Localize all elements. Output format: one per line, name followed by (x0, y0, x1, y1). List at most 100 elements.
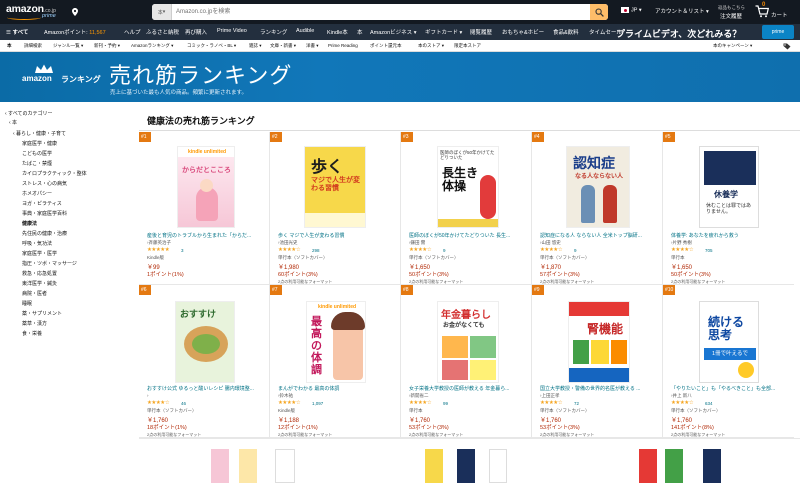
subnav-genre[interactable]: ジャンル一覧 ▾ (53, 43, 83, 49)
location-pin-icon[interactable] (72, 8, 78, 16)
book-author[interactable]: ›鈴木祐 (278, 393, 293, 399)
book-thumbnail[interactable] (239, 449, 257, 483)
sidebar-item-breathing[interactable]: 呼吸・気功法 (22, 240, 52, 247)
book-cover[interactable]: 続ける思考 1冊で叶えるで (699, 301, 759, 383)
book-author[interactable]: ›井上 新八 (671, 393, 692, 399)
book-author[interactable]: ›池田光史 (278, 240, 298, 246)
nav-toys[interactable]: おもちゃ&ホビー (502, 28, 544, 36)
nav-help[interactable]: ヘルプ (124, 28, 141, 36)
sidebar-item-nutrition[interactable]: 食・栄養 (22, 330, 42, 337)
book-cover[interactable]: 腎機能 (568, 301, 630, 383)
book-card[interactable]: #2 歩く マジで人生が変わる習慣 歩く マジで人生が変わる習慣 ›池田光史 ★… (270, 132, 401, 285)
book-thumbnail[interactable] (425, 449, 443, 483)
book-card[interactable]: #5 休養学 休むことは罪ではありません。 体養学: あなたを疲れから救う ›片… (663, 132, 794, 285)
subnav-new[interactable]: 新刊・予約 ▾ (94, 43, 120, 49)
book-card[interactable]: #6 おすすけ おすすけ公式 ゆるっと酸いレシピ 腸内環境整... › ★★★★… (139, 285, 270, 438)
rating-stars-icon[interactable]: ★★★★☆ (540, 400, 563, 406)
all-menu-button[interactable]: ☰ すべて (6, 28, 28, 36)
sidebar-item-herbal[interactable]: 薬草・漢方 (22, 320, 47, 327)
rating-stars-icon[interactable]: ★★★★★ (147, 247, 170, 253)
review-count[interactable]: 72 (574, 401, 579, 406)
review-count[interactable]: 705 (705, 248, 713, 253)
sidebar-item-homeopathy[interactable]: ホメオパシー (22, 190, 52, 197)
rating-stars-icon[interactable]: ★★★★☆ (409, 400, 432, 406)
prime-badge[interactable]: prime (762, 25, 794, 39)
book-author[interactable]: ›鎌田 實 (409, 240, 425, 246)
review-count[interactable]: 298 (312, 248, 320, 253)
book-thumbnail[interactable] (275, 449, 295, 483)
nav-history[interactable]: 閲覧履歴 (470, 28, 492, 36)
review-count[interactable]: 46 (181, 401, 186, 406)
rating-stars-icon[interactable]: ★★★★☆ (671, 400, 694, 406)
sidebar-item-home-medicine[interactable]: 家庭医学・健康 (22, 140, 57, 147)
cart-label[interactable]: カート (771, 11, 788, 19)
nav-kindle[interactable]: Kindle本 (327, 28, 348, 36)
nav-food[interactable]: 食品&飲料 (553, 28, 579, 36)
review-count[interactable]: 1,097 (312, 401, 323, 406)
sidebar-item-tobacco[interactable]: たばこ・禁煙 (22, 160, 52, 167)
nav-buy-again[interactable]: 再び購入 (185, 28, 207, 36)
book-title-link[interactable]: おすすけ公式 ゆるっと酸いレシピ 腸内環境整... (147, 385, 264, 392)
sidebar-item-stress[interactable]: ストレス・心の病気 (22, 180, 67, 187)
sidebar-item-sleep[interactable]: 睡眠 (22, 300, 32, 307)
book-cover[interactable]: kindle unlimited からだとこころ (177, 146, 235, 228)
book-title-link[interactable]: 体養学: あなたを疲れから救う (671, 232, 788, 239)
sidebar-item-supplements[interactable]: 薬・サプリメント (22, 310, 62, 317)
subnav-comics[interactable]: コミック・ラノベ・BL ▾ (187, 43, 236, 49)
sidebar-item-all-categories[interactable]: ‹ すべてのカテゴリー (5, 110, 53, 117)
sidebar-item-first-aid[interactable]: 救急・応急処置 (22, 270, 57, 277)
nav-business[interactable]: Amazonビジネス ▾ (370, 28, 416, 36)
book-thumbnail[interactable] (457, 449, 475, 483)
book-card[interactable]: #7 kindle unlimited 最高の体調 まんがでわかる 最高の体調 … (270, 285, 401, 438)
subnav-bunko[interactable]: 文庫・新書 ▾ (270, 43, 296, 49)
nav-ranking[interactable]: ランキング (260, 28, 287, 36)
account-menu[interactable]: アカウント＆リスト ▾ (655, 7, 709, 15)
book-author[interactable]: ›新開省二 (409, 393, 429, 399)
book-author[interactable]: ›上田正孝 (540, 393, 560, 399)
sidebar-item-oriental[interactable]: 東洋医学・鍼灸 (22, 280, 57, 287)
sidebar-item-massage[interactable]: 指圧・ツボ・マッサージ (22, 260, 77, 267)
sidebar-item-hospital[interactable]: 病院・医者 (22, 290, 47, 297)
book-card[interactable]: #3 医師のぼくが50年かけてたどりついた 長生き体操 医師のぼくが50年かけて… (401, 132, 532, 285)
sidebar-item-family-medicine[interactable]: 家庭医学・医学 (22, 250, 57, 257)
sidebar-item-life-health[interactable]: ‹ 暮らし・健康・子育て (13, 130, 66, 137)
search-button[interactable] (590, 4, 608, 20)
book-thumbnail[interactable] (489, 449, 507, 483)
review-count[interactable]: 99 (443, 401, 448, 406)
nav-furusato[interactable]: ふるさと納税 (146, 28, 179, 36)
rating-stars-icon[interactable]: ★★★★☆ (671, 247, 694, 253)
subnav-points-books[interactable]: ポイント還元本 (370, 43, 402, 49)
orders-link[interactable]: 注文履歴 (720, 12, 742, 20)
subnav-magazines[interactable]: 雑誌 ▾ (249, 43, 262, 49)
sidebar-item-chiropractic[interactable]: カイロプラクティック・整体 (22, 170, 87, 177)
nav-books[interactable]: 本 (357, 28, 363, 36)
book-cover[interactable]: 年金暮らし お金がなくても (437, 301, 499, 383)
book-author[interactable]: ›片野 秀樹 (671, 240, 692, 246)
sidebar-item-books[interactable]: ‹ 本 (9, 119, 17, 126)
book-author[interactable]: › (147, 393, 149, 398)
book-card[interactable]: #8 年金暮らし お金がなくても 女子栄養大学教授の医師が教える 年金暮ら...… (401, 285, 532, 438)
book-author[interactable]: ›斉藤英治子 (147, 240, 171, 246)
nav-audible[interactable]: Audible (296, 28, 314, 34)
book-title-link[interactable]: まんがでわかる 最高の体調 (278, 385, 395, 392)
book-title-link[interactable]: 国立大学教授・警備の世界的名医が教える ... (540, 385, 657, 392)
book-cover[interactable]: 歩く マジで人生が変わる習慣 (304, 146, 366, 228)
book-author[interactable]: ›山田 悠史 (540, 240, 561, 246)
subnav-campaign[interactable]: 本のキャンペーン ▾ (713, 43, 752, 49)
book-cover[interactable]: kindle unlimited 最高の体調 (306, 301, 366, 383)
review-count[interactable]: 634 (705, 401, 713, 406)
book-thumbnail[interactable] (665, 449, 683, 483)
book-cover[interactable]: 医師のぼくが50年かけてたどりついた 長生き体操 (437, 146, 499, 228)
subnav-books[interactable]: 本 (7, 43, 12, 49)
rating-stars-icon[interactable]: ★★★★☆ (409, 247, 432, 253)
book-title-link[interactable]: 医師のぼくが50年かけてたどりついた 長生... (409, 232, 526, 239)
book-card[interactable]: #1 kindle unlimited からだとこころ 産後と育児のトラブルから… (139, 132, 270, 285)
book-cover[interactable]: 認知症 なる人ならない人 (566, 146, 630, 228)
search-category-select[interactable]: 本 ▾ (152, 4, 172, 20)
rating-stars-icon[interactable]: ★★★★☆ (278, 400, 301, 406)
book-card[interactable]: #4 認知症 なる人ならない人 認知症になる人 ならない人 全米トップ脳研...… (532, 132, 663, 285)
search-input[interactable] (172, 4, 590, 20)
review-count[interactable]: 3 (181, 248, 184, 253)
book-thumbnail[interactable] (639, 449, 657, 483)
nav-points[interactable]: Amazonポイント: 11,567 (44, 28, 106, 36)
